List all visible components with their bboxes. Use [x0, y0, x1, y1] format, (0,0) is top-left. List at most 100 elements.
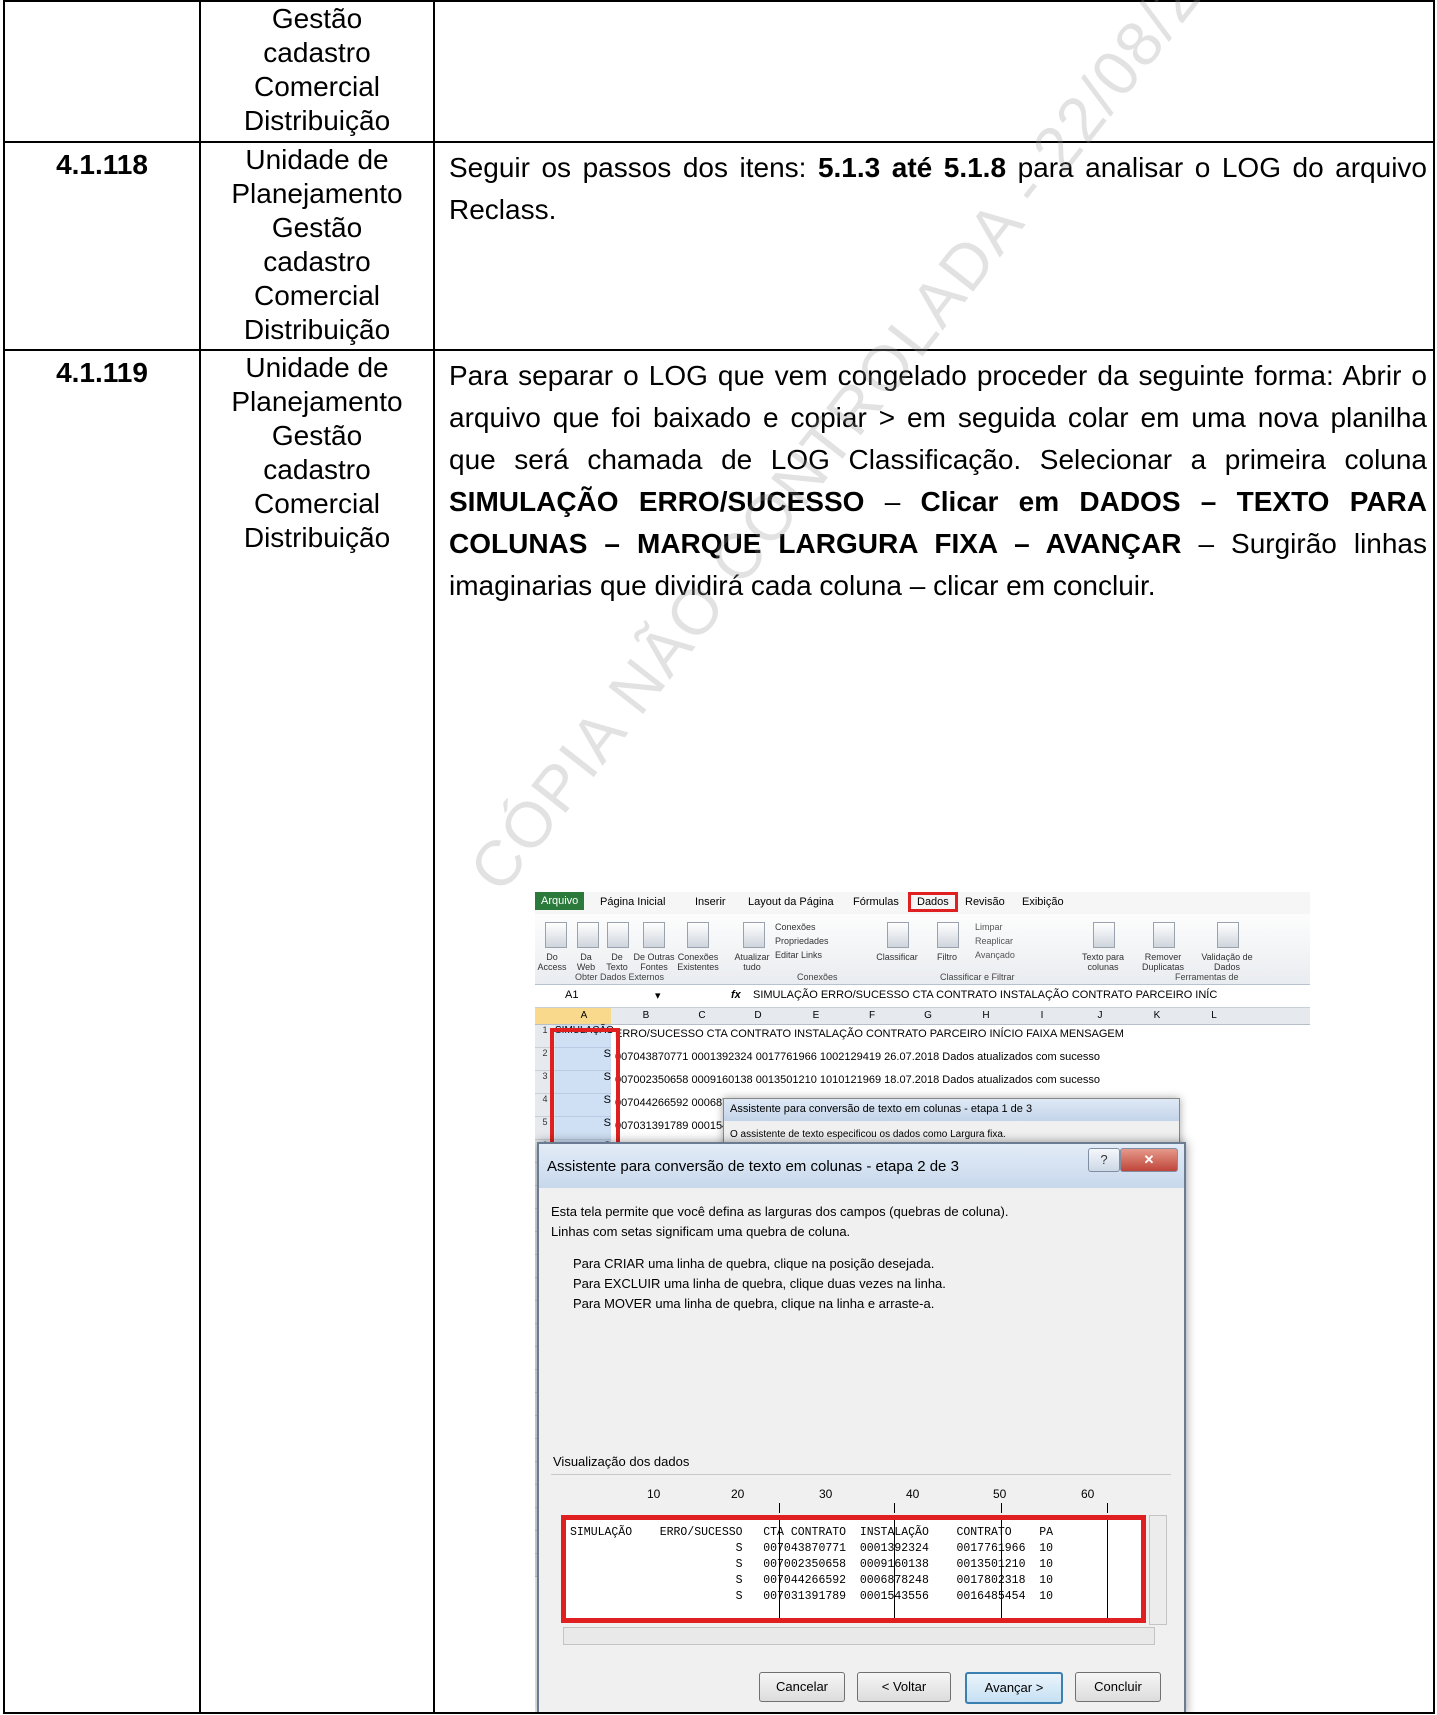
ribbon-button-label: Da Web: [576, 952, 596, 972]
column-header[interactable]: E: [809, 1010, 823, 1021]
column-header[interactable]: D: [751, 1010, 765, 1021]
text-file-icon[interactable]: [607, 922, 629, 948]
edit-links-item[interactable]: Editar Links: [775, 948, 829, 962]
unit-line: Comercial: [253, 71, 381, 102]
column-header[interactable]: J: [1093, 1010, 1107, 1021]
unit-line: Gestão: [271, 420, 363, 451]
clear-item[interactable]: Limpar: [975, 920, 1015, 934]
ruler-tick: 30: [819, 1487, 833, 1501]
column-header[interactable]: H: [979, 1010, 993, 1021]
tab-revisao[interactable]: Revisão: [965, 896, 1005, 908]
row-content: 007043870771 0001392324 0017761966 10021…: [615, 1051, 1101, 1063]
unit-line: Distribuição: [243, 105, 391, 136]
ruler-tick: 20: [731, 1487, 745, 1501]
formula-input[interactable]: SIMULAÇÃO ERRO/SUCESSO CTA CONTRATO INST…: [753, 989, 1217, 1001]
preview-row: S 007044266592 0006878248 0017802318 10: [570, 1574, 1054, 1587]
access-icon[interactable]: [545, 922, 567, 948]
column-headers: A B C D E F G H I J K L: [535, 1008, 1310, 1025]
ruler-tick: 10: [647, 1487, 661, 1501]
close-icon[interactable]: ✕: [1120, 1148, 1178, 1172]
break-arrow-icon[interactable]: [779, 1503, 780, 1513]
ruler-tick: 40: [906, 1487, 920, 1501]
next-button[interactable]: Avançar >: [965, 1672, 1063, 1704]
reapply-item[interactable]: Reaplicar: [975, 934, 1015, 948]
unit-line: Comercial: [253, 488, 381, 519]
ribbon-button-label: De Texto: [606, 952, 628, 972]
function-icon[interactable]: fx: [731, 989, 741, 1001]
tab-arquivo[interactable]: Arquivo: [535, 892, 585, 910]
column-header[interactable]: C: [695, 1010, 709, 1021]
description-cell: Seguir os passos dos itens: 5.1.3 até 5.…: [433, 141, 1435, 351]
cancel-button[interactable]: Cancelar: [759, 1672, 845, 1702]
column-header[interactable]: A: [577, 1010, 591, 1021]
advanced-item[interactable]: Avançado: [975, 948, 1015, 962]
help-icon[interactable]: ?: [1088, 1148, 1120, 1172]
connections-item[interactable]: Conexões: [775, 920, 829, 934]
data-preview: 10 20 30 40 50 60 SIMULAÇÃO ERRO/SUCESSO…: [551, 1474, 1171, 1655]
unit-line: Comercial: [253, 280, 381, 311]
formula-bar: A1 ▾ fx SIMULAÇÃO ERRO/SUCESSO CTA CONTR…: [535, 985, 1310, 1008]
column-header[interactable]: B: [639, 1010, 653, 1021]
table-row: Gestão cadastro Comercial Distribuição: [3, 0, 1435, 143]
preview-row: S 007031391789 0001543556 0016485454 10: [570, 1590, 1054, 1603]
ribbon-group-label: Conexões: [797, 972, 838, 982]
finish-button[interactable]: Concluir: [1075, 1672, 1161, 1702]
ribbon-button-label: Do Access: [537, 952, 567, 972]
dialog-buttons: Cancelar < Voltar Avançar > Concluir: [759, 1672, 1169, 1704]
chevron-down-icon[interactable]: ▾: [655, 989, 661, 1002]
wizard-step2-dialog: Assistente para conversão de texto em co…: [537, 1142, 1186, 1712]
web-icon[interactable]: [577, 922, 599, 948]
description-cell: [433, 0, 1435, 143]
other-sources-icon[interactable]: [643, 922, 665, 948]
column-header[interactable]: K: [1150, 1010, 1164, 1021]
unit-line: Planejamento: [231, 386, 403, 417]
horizontal-scrollbar[interactable]: [563, 1627, 1155, 1645]
tab-pagina-inicial[interactable]: Página Inicial: [600, 896, 665, 908]
ruler-tick: 60: [1081, 1487, 1095, 1501]
tab-formulas[interactable]: Fórmulas: [853, 896, 899, 908]
dialog-title: Assistente para conversão de texto em co…: [724, 1099, 1179, 1121]
name-box[interactable]: A1: [565, 989, 578, 1001]
vertical-scrollbar[interactable]: [1149, 1515, 1167, 1625]
connections-group-items: Conexões Propriedades Editar Links: [775, 920, 829, 962]
properties-item[interactable]: Propriedades: [775, 934, 829, 948]
unit-line: Distribuição: [243, 314, 391, 345]
dialog-text: Para CRIAR uma linha de quebra, clique n…: [573, 1256, 935, 1271]
ribbon-button-label: De Outras Fontes: [633, 952, 675, 972]
back-button[interactable]: < Voltar: [857, 1672, 951, 1702]
unit-line: Planejamento: [231, 178, 403, 209]
text-to-columns-icon[interactable]: [1093, 922, 1115, 948]
remove-duplicates-icon[interactable]: [1153, 922, 1175, 948]
data-validation-icon[interactable]: [1217, 922, 1239, 948]
item-number: 4.1.119: [3, 349, 201, 1714]
sort-icon[interactable]: [887, 922, 909, 948]
tab-layout[interactable]: Layout da Página: [748, 896, 834, 908]
tab-exibicao[interactable]: Exibição: [1022, 896, 1064, 908]
existing-connections-icon[interactable]: [687, 922, 709, 948]
break-arrow-icon[interactable]: [894, 1503, 895, 1513]
column-header[interactable]: G: [921, 1010, 935, 1021]
column-header[interactable]: F: [865, 1010, 879, 1021]
ribbon-button-label: Texto para colunas: [1081, 952, 1125, 972]
unit-line: Distribuição: [243, 522, 391, 553]
break-arrow-icon[interactable]: [1001, 1503, 1002, 1513]
column-header[interactable]: I: [1035, 1010, 1049, 1021]
refresh-icon[interactable]: [743, 922, 765, 948]
ribbon-tab-bar: Arquivo Página Inicial Inserir Layout da…: [535, 892, 1310, 914]
dialog-body: Esta tela permite que você defina as lar…: [551, 1202, 1171, 1314]
column-header[interactable]: L: [1207, 1010, 1221, 1021]
preview-row: S 007002350658 0009160138 0013501210 10: [570, 1558, 1054, 1571]
dialog-text: Para MOVER uma linha de quebra, clique n…: [573, 1296, 935, 1311]
break-arrow-icon[interactable]: [1107, 1503, 1108, 1513]
unit-line: Unidade de: [245, 352, 389, 383]
tab-inserir[interactable]: Inserir: [695, 896, 726, 908]
column-break-line[interactable]: [1107, 1520, 1108, 1618]
row-content: 007002350658 0009160138 0013501210 10101…: [615, 1074, 1101, 1086]
table-row: 4.1.118 Unidade de Planejamento Gestão c…: [3, 141, 1435, 351]
dialog-text: Linhas com setas significam uma quebra d…: [551, 1224, 851, 1239]
filter-icon[interactable]: [937, 922, 959, 948]
column-ruler: 10 20 30 40 50 60: [551, 1483, 1171, 1513]
item-number-cell: [3, 0, 201, 143]
tab-dados[interactable]: Dados: [908, 892, 958, 912]
preview-box[interactable]: SIMULAÇÃO ERRO/SUCESSO CTA CONTRATO INST…: [561, 1515, 1146, 1623]
